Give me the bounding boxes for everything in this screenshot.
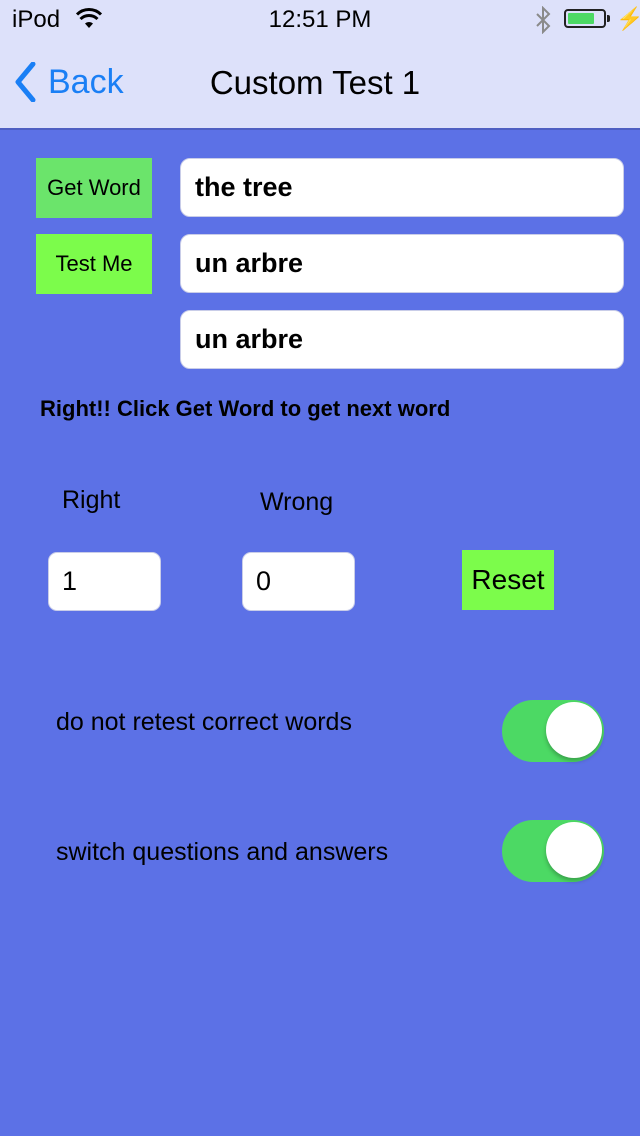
right-count-field[interactable]: 1 [48, 552, 161, 611]
toggle-knob [546, 702, 602, 758]
right-label: Right [62, 486, 121, 514]
charging-icon: ⚡ [616, 6, 640, 31]
battery-icon [564, 9, 606, 28]
switch-qa-toggle[interactable] [502, 820, 604, 882]
toggle-knob [546, 822, 602, 878]
battery-level [568, 13, 594, 24]
page-title: Custom Test 1 [209, 64, 421, 101]
result-message: Right!! Click Get Word to get next word [40, 396, 451, 421]
question-field[interactable]: the tree [180, 158, 624, 217]
answer-input[interactable]: un arbre [180, 234, 624, 293]
get-word-button[interactable]: Get Word [36, 158, 152, 218]
option-label-no-retest: do not retest correct words [56, 708, 352, 736]
wrong-count-field[interactable]: 0 [242, 552, 355, 611]
wrong-label: Wrong [260, 488, 334, 516]
correct-answer-field[interactable]: un arbre [180, 310, 624, 369]
bluetooth-icon [534, 5, 552, 41]
navigation-bar: iPod 12:51 PM ⚡ Back Custom Test 1 [0, 0, 640, 130]
battery-tip [607, 15, 610, 22]
test-me-button[interactable]: Test Me [36, 234, 152, 294]
reset-button[interactable]: Reset [462, 550, 554, 610]
option-label-switch: switch questions and answers [56, 838, 389, 866]
no-retest-toggle[interactable] [502, 700, 604, 762]
